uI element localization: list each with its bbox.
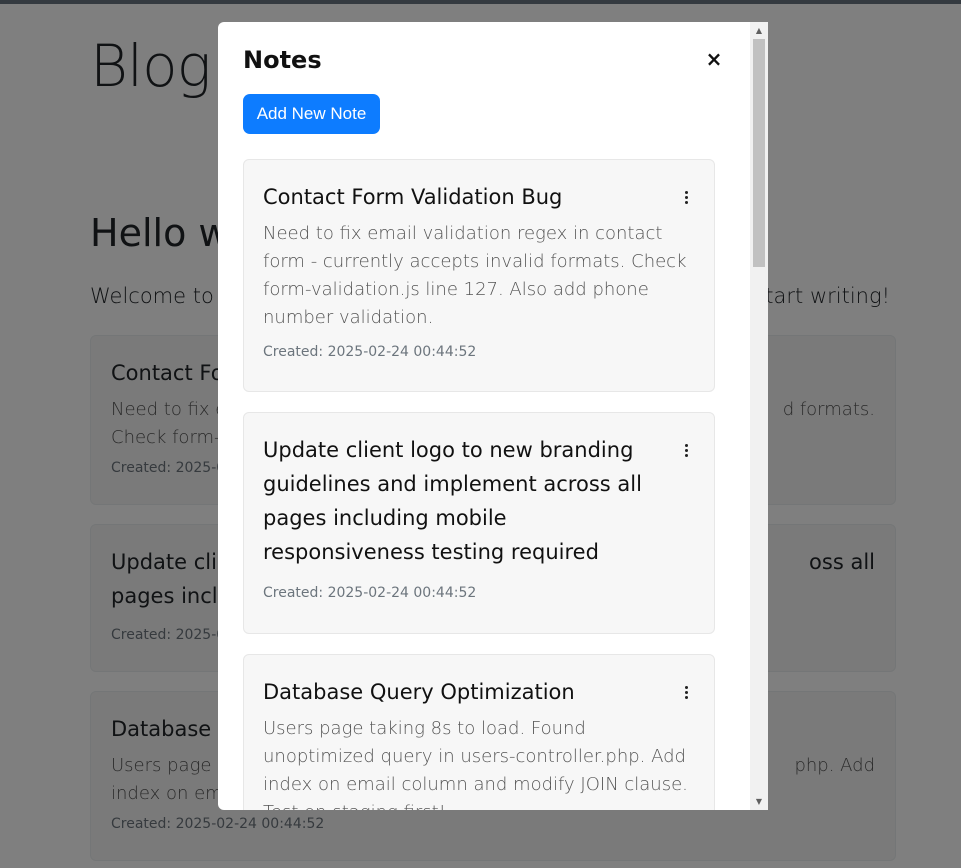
note-text: Users page taking 8s to load. Found unop… (263, 718, 688, 810)
modal-title: Notes (243, 46, 322, 74)
note-date: Created: 2025-02-24 00:44:52 (263, 344, 477, 360)
more-options-icon[interactable] (678, 438, 694, 462)
note-title: Update client logo to new branding guide… (263, 438, 642, 564)
scrollbar-thumb[interactable] (753, 39, 765, 267)
modal-scrollbar[interactable]: ▲ ▼ (750, 22, 768, 810)
note-card: Contact Form Validation Bug Need to fix … (243, 159, 715, 392)
scroll-up-icon[interactable]: ▲ (750, 22, 768, 39)
add-new-note-button[interactable]: Add New Note (243, 94, 380, 134)
close-button[interactable]: × (703, 48, 725, 70)
note-card: Database Query Optimization Users page t… (243, 654, 715, 810)
scroll-down-icon[interactable]: ▼ (750, 793, 768, 810)
note-date: Created: 2025-02-24 00:44:52 (263, 585, 477, 601)
modal-body: Notes × Add New Note Contact Form Valida… (218, 22, 750, 810)
notes-modal: Notes × Add New Note Contact Form Valida… (218, 22, 768, 810)
note-card: Update client logo to new branding guide… (243, 412, 715, 634)
note-title: Contact Form Validation Bug (263, 185, 563, 209)
modal-header: Notes × (243, 46, 725, 78)
more-options-icon[interactable] (678, 680, 694, 704)
more-options-icon[interactable] (678, 185, 694, 209)
note-title: Database Query Optimization (263, 680, 575, 704)
note-text: Need to fix email validation regex in co… (263, 223, 687, 328)
